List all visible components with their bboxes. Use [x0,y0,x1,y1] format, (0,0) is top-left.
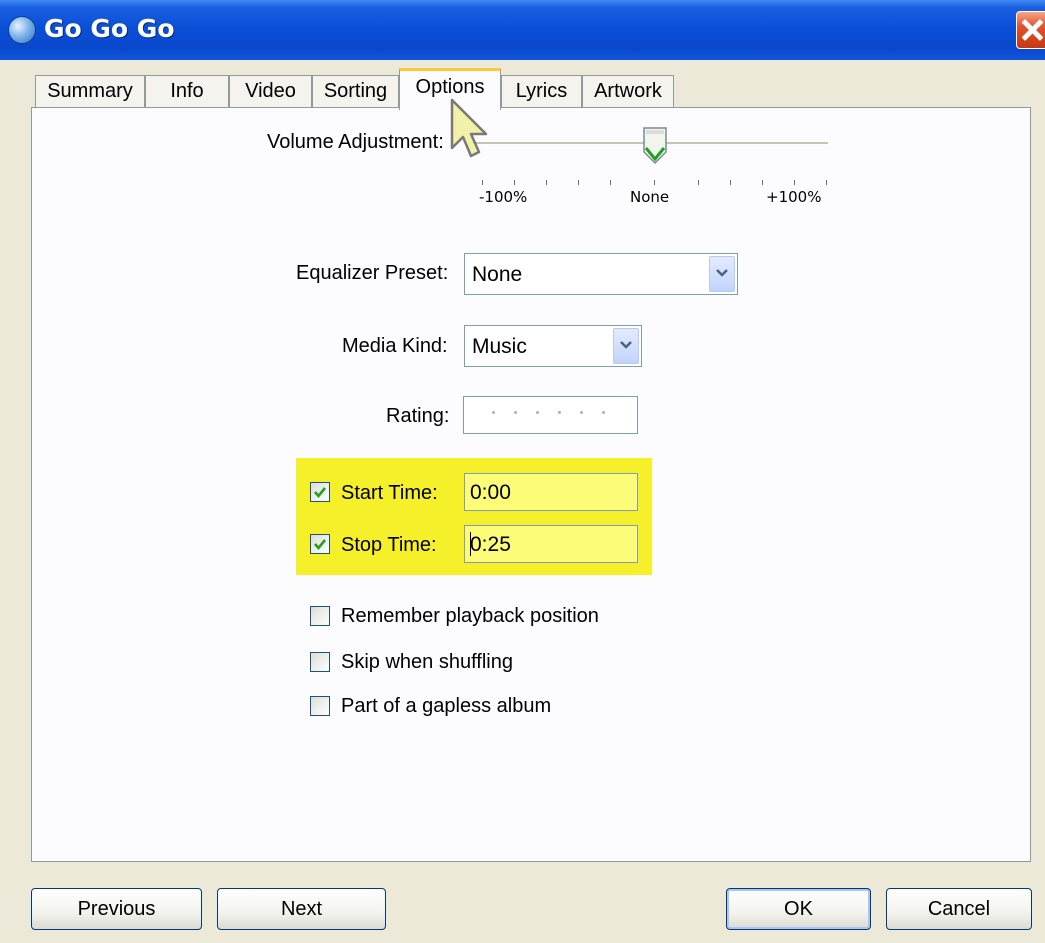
slider-tick [482,180,483,185]
stop-time-value: 0:25 [470,533,511,556]
star-dot-icon[interactable] [580,411,583,414]
stop-time-label: Stop Time: [341,534,437,556]
chevron-down-icon[interactable] [613,328,639,364]
gapless-album-label: Part of a gapless album [341,695,552,717]
star-dot-icon[interactable] [536,411,539,414]
remember-position-checkbox[interactable] [310,606,330,626]
skip-shuffling-checkbox[interactable] [310,652,330,672]
start-time-label: Start Time: [341,482,438,504]
start-time-checkbox[interactable] [310,482,330,502]
checkmark-icon [314,487,327,499]
slider-tick [794,180,795,185]
slider-tick [546,180,547,185]
slider-tick [698,180,699,185]
star-dot-icon[interactable] [558,411,561,414]
start-time-input[interactable]: 0:00 [464,473,638,511]
slider-tick [826,180,827,185]
chevron-down-icon[interactable] [709,256,735,292]
slider-tick [578,180,579,185]
equalizer-dropdown[interactable]: None [464,253,738,295]
equalizer-label: Equalizer Preset: [296,262,449,284]
checkmark-icon [314,539,327,551]
mouse-cursor-icon [448,98,488,167]
media-kind-dropdown[interactable]: Music [464,325,642,367]
rating-label: Rating: [386,405,450,427]
volume-min-label: -100% [479,188,528,206]
stop-time-checkbox[interactable] [310,534,330,554]
equalizer-value: None [472,263,523,286]
slider-tick [610,180,611,185]
star-dot-icon[interactable] [602,411,605,414]
volume-label: Volume Adjustment: [267,131,444,153]
rating-stars[interactable] [463,396,638,434]
slider-tick [514,180,515,185]
gapless-album-checkbox[interactable] [310,696,330,716]
stop-time-input[interactable]: 0:25 [464,525,638,563]
start-time-value: 0:00 [470,481,511,504]
slider-tick [730,180,731,185]
star-dot-icon[interactable] [514,411,517,414]
volume-mid-label: None [630,188,670,206]
media-kind-label: Media Kind: [342,335,448,357]
remember-position-label: Remember playback position [341,605,599,627]
options-content: Volume Adjustment: -100% None +100% Equa… [0,0,1045,943]
slider-tick [762,180,763,185]
media-kind-value: Music [472,335,527,358]
star-dot-icon[interactable] [492,411,495,414]
skip-shuffling-label: Skip when shuffling [341,651,513,673]
volume-slider-thumb[interactable] [642,126,668,171]
slider-tick [654,180,655,185]
volume-max-label: +100% [766,188,822,206]
